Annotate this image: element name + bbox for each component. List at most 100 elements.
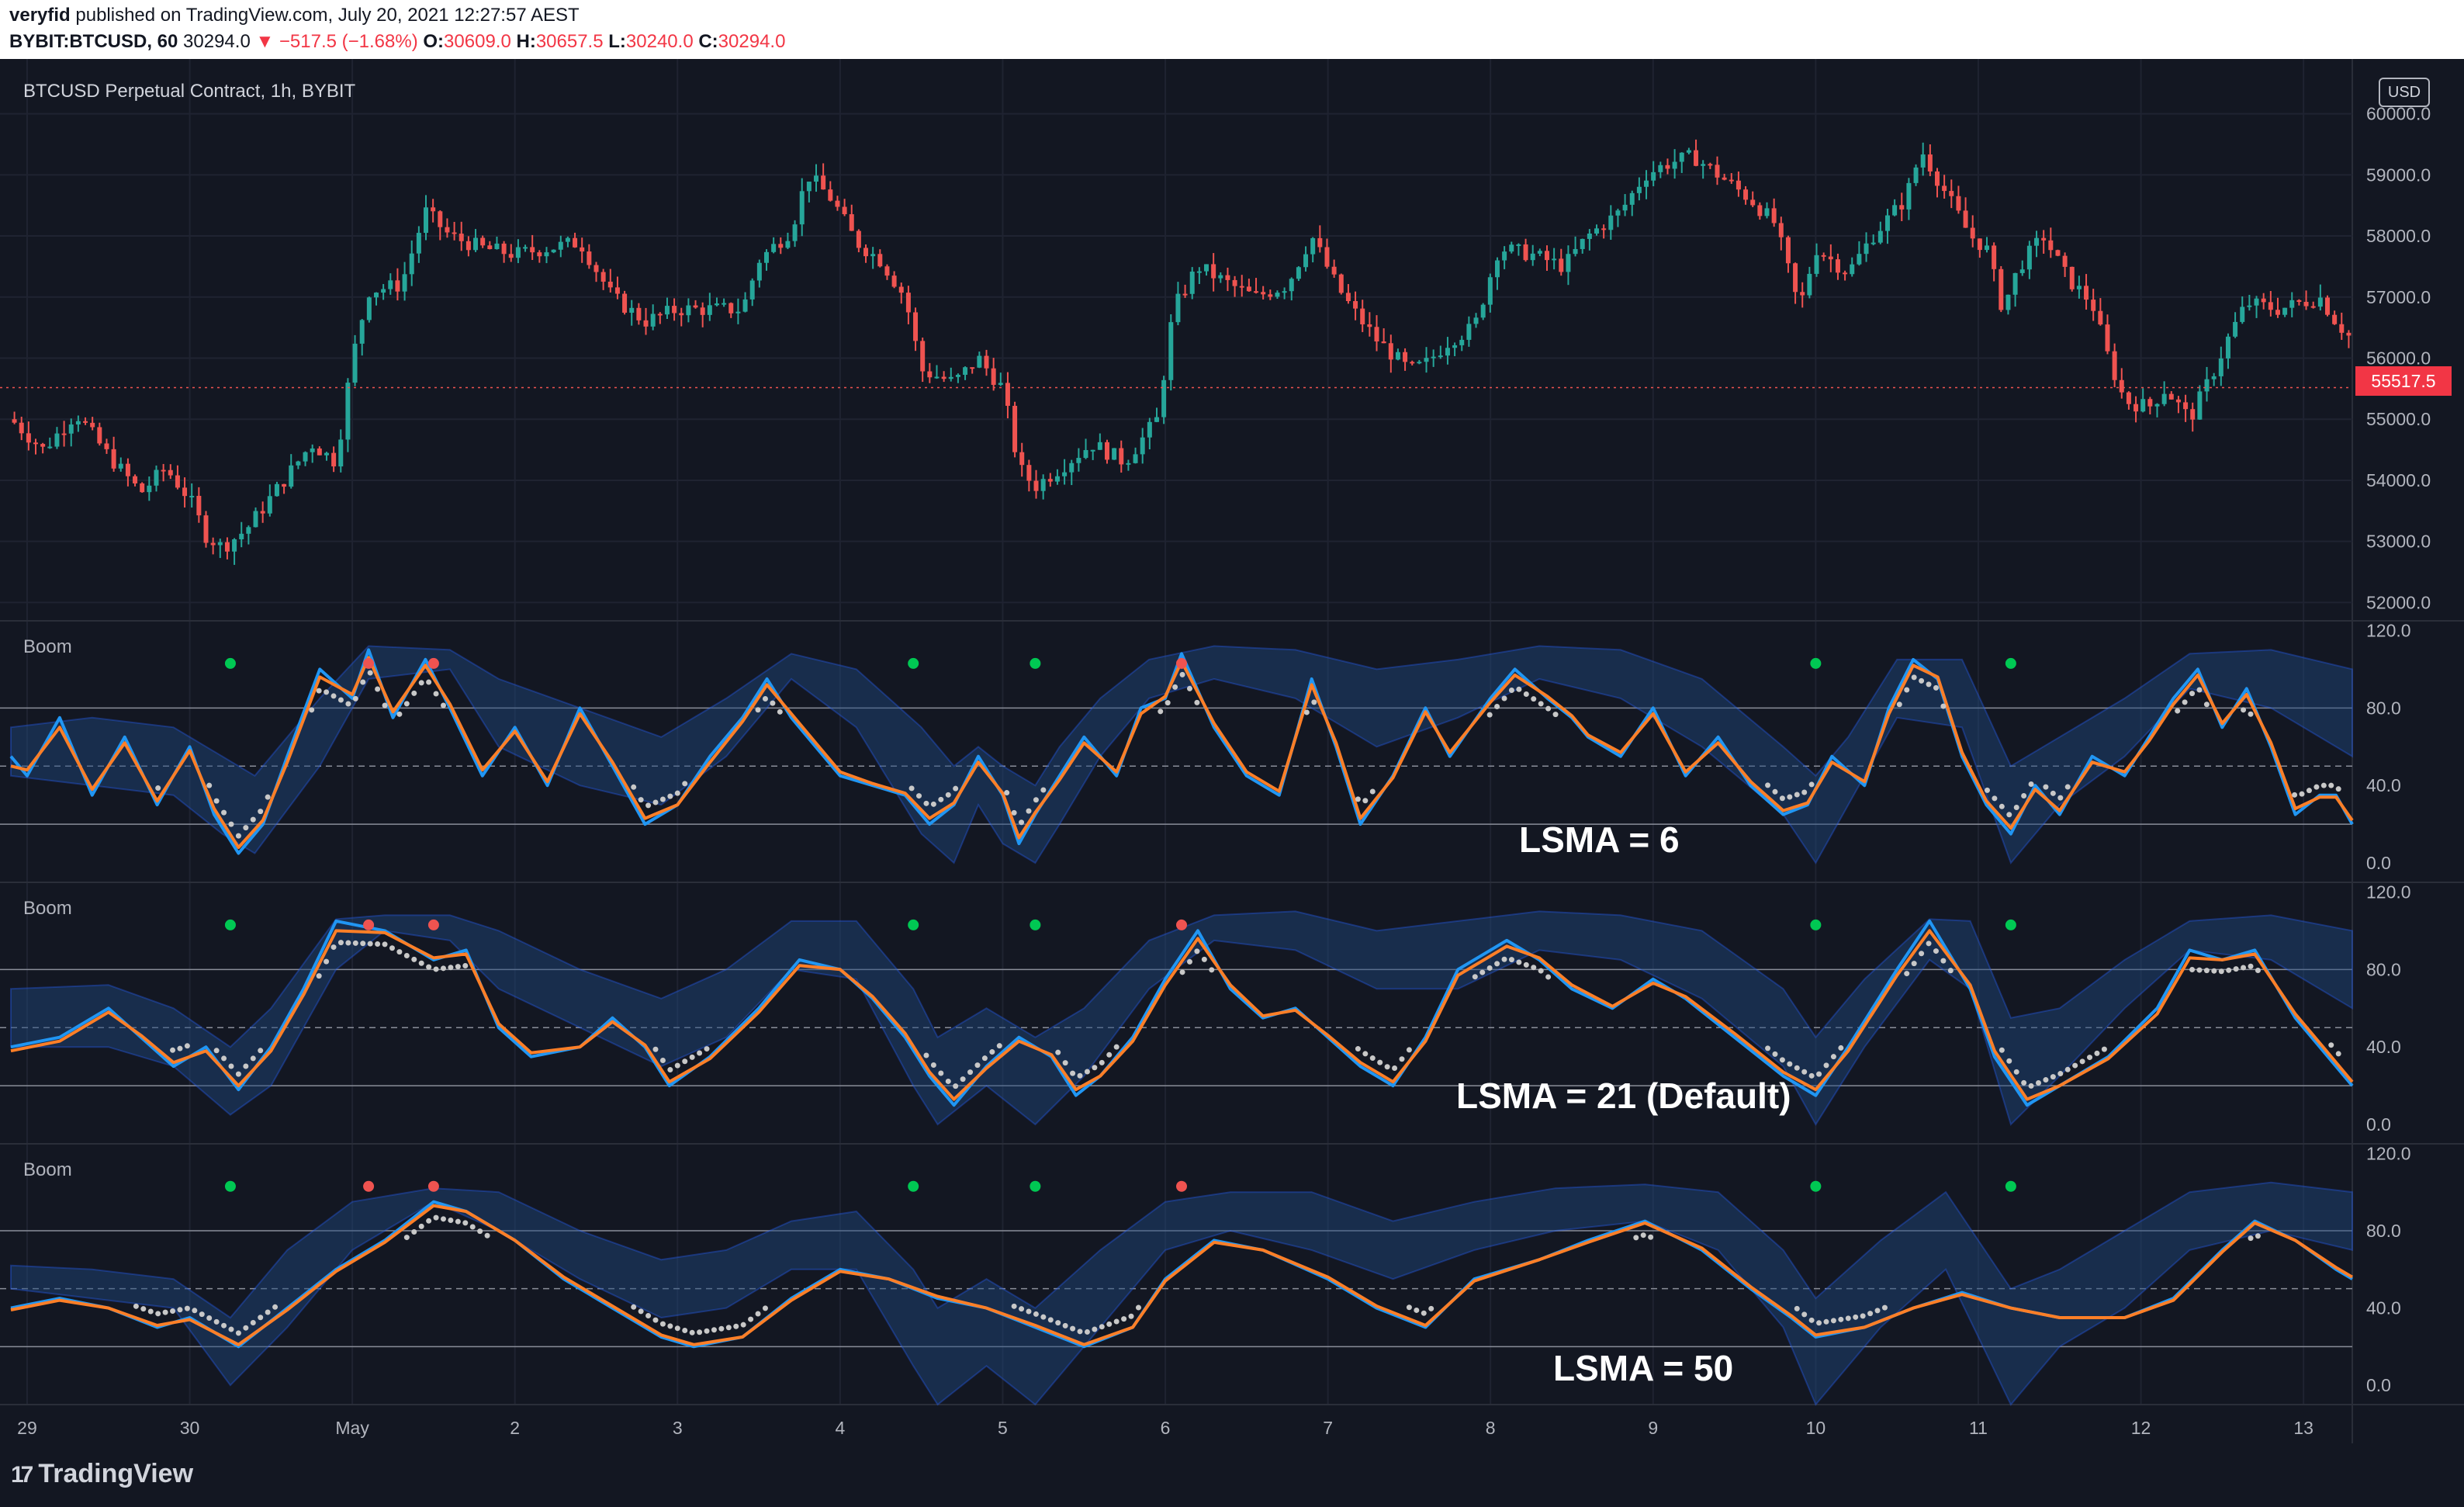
chart-canvas[interactable]: 52000.0 53000.0 54000.0 55000.0 56000.0 57000… xyxy=(0,59,2464,1450)
candle-body xyxy=(373,293,379,298)
signal-dot xyxy=(418,680,424,686)
pane-3-label[interactable]: Boom xyxy=(23,1159,72,1181)
buy-signal-marker xyxy=(908,1180,919,1192)
signal-dot xyxy=(418,1223,424,1229)
signal-dot xyxy=(2036,1079,2042,1086)
candle-body xyxy=(1778,223,1784,237)
candle-body xyxy=(1636,186,1642,193)
candle-body xyxy=(239,533,244,540)
candle-body xyxy=(1225,275,1230,280)
signal-dot xyxy=(177,1045,183,1051)
candle-body xyxy=(1374,327,1379,342)
candle-body xyxy=(1445,348,1450,356)
signal-dot xyxy=(1919,951,1925,957)
signal-dot xyxy=(659,796,666,802)
candle-body xyxy=(90,422,95,428)
candle-body xyxy=(530,247,535,253)
time-tick-label: 13 xyxy=(2293,1418,2313,1438)
candle-body xyxy=(693,305,698,308)
pane-1-label[interactable]: Boom xyxy=(23,636,72,658)
candle-body xyxy=(1012,405,1018,452)
signal-dot xyxy=(375,941,381,948)
signal-dot xyxy=(1999,1047,2005,1053)
candle-body xyxy=(203,515,209,543)
signal-dot xyxy=(682,1058,688,1065)
tradingview-mark-icon: 17 xyxy=(11,1462,33,1488)
signal-dot xyxy=(337,697,344,703)
signal-dot xyxy=(1933,948,1939,954)
candle-body xyxy=(1750,199,1756,206)
candle-body xyxy=(2076,286,2082,289)
candle-body xyxy=(296,461,301,466)
signal-dot xyxy=(221,1322,227,1329)
signal-dot xyxy=(2175,708,2181,714)
candle-body xyxy=(1920,154,1926,168)
currency-badge[interactable]: USD xyxy=(2379,78,2430,107)
signal-dot xyxy=(162,1309,168,1315)
candle-body xyxy=(1395,352,1400,360)
signal-dot xyxy=(740,1322,746,1328)
signal-dot xyxy=(1640,1232,1646,1239)
signal-dot xyxy=(733,1323,739,1329)
signal-dot xyxy=(235,1330,241,1336)
signal-dot xyxy=(228,1326,234,1332)
candle-body xyxy=(1821,255,1826,257)
signal-dot xyxy=(1179,671,1185,677)
signal-dot xyxy=(1377,1059,1383,1065)
author-name[interactable]: veryfid xyxy=(9,5,71,26)
candle-body xyxy=(175,475,180,488)
signal-dot xyxy=(243,1325,249,1331)
candle-body xyxy=(431,207,436,212)
signal-dot xyxy=(923,800,929,806)
candle-body xyxy=(154,469,159,486)
tradingview-logo[interactable]: 17 TradingView xyxy=(11,1459,193,1489)
signal-dot xyxy=(1772,1051,1778,1057)
candle-body xyxy=(735,311,741,314)
signal-dot xyxy=(2196,967,2203,973)
candle-body xyxy=(998,383,1003,385)
signal-dot xyxy=(235,833,241,839)
candle-body xyxy=(1133,454,1138,463)
candle-body xyxy=(19,422,24,434)
signal-dot xyxy=(2028,1083,2034,1089)
candle-body xyxy=(1189,272,1195,294)
signal-dot xyxy=(674,1062,680,1069)
signal-dot xyxy=(2013,1069,2019,1075)
signal-dot xyxy=(1794,1065,1800,1071)
candle-body xyxy=(253,511,258,528)
signal-dot xyxy=(221,809,227,816)
signal-dot xyxy=(440,1216,446,1222)
candle-body xyxy=(863,248,869,257)
candle-body xyxy=(1843,272,1848,275)
pane-2-label[interactable]: Boom xyxy=(23,898,72,920)
time-tick-label: May xyxy=(335,1418,369,1438)
time-tick-label: 30 xyxy=(180,1418,200,1438)
candle-body xyxy=(891,275,897,287)
candle-body xyxy=(267,496,272,514)
candle-body xyxy=(558,241,563,250)
buy-signal-marker xyxy=(908,919,919,930)
candle-body xyxy=(856,230,861,248)
signal-dot xyxy=(1062,1060,1068,1066)
sell-signal-marker xyxy=(427,1180,439,1192)
signal-dot xyxy=(1421,1310,1427,1316)
signal-dot xyxy=(345,701,351,707)
candle-body xyxy=(1835,259,1840,273)
candle-body xyxy=(1381,341,1386,344)
signal-dot xyxy=(1501,956,1507,962)
signal-dot xyxy=(1201,956,1207,962)
symbol-name[interactable]: BYBIT:BTCUSD, 60 xyxy=(9,31,178,52)
candle-body xyxy=(409,253,414,275)
signal-dot xyxy=(403,1235,410,1241)
candle-body xyxy=(147,485,152,493)
candle-body xyxy=(2140,399,2146,412)
signal-dot xyxy=(638,1308,644,1315)
signal-dot xyxy=(2006,812,2012,818)
candle-body xyxy=(686,305,691,316)
signal-dot xyxy=(1011,1303,1017,1309)
candle-body xyxy=(2317,297,2323,307)
candle-body xyxy=(714,303,719,306)
candle-body xyxy=(388,280,393,289)
signal-dot xyxy=(1186,685,1192,691)
candle-body xyxy=(1062,472,1068,476)
